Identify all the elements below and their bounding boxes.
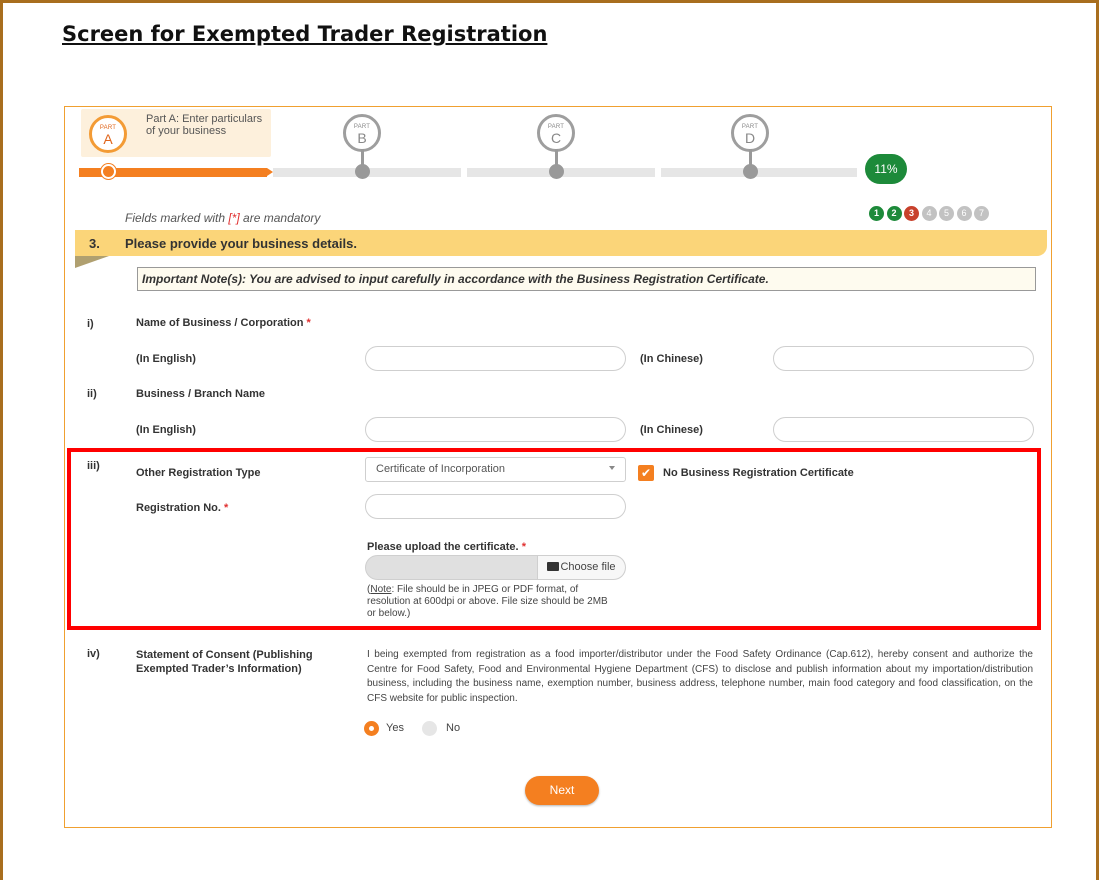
part-a-letter: A — [103, 131, 113, 147]
row-number-ii: ii) — [87, 388, 97, 400]
choose-file-label: Choose file — [560, 561, 616, 573]
business-name-label: Name of Business / Corporation * — [136, 317, 311, 329]
mandatory-note-prefix: Fields marked with — [125, 211, 229, 225]
business-name-label-text: Name of Business / Corporation — [136, 317, 304, 329]
branch-name-label: Business / Branch Name — [136, 388, 265, 400]
step-2[interactable]: 2 — [886, 206, 902, 221]
section-header-tail — [75, 256, 109, 268]
branch-name-en-label: (In English) — [136, 424, 196, 436]
registration-type-selected: Certificate of Incorporation — [376, 463, 506, 475]
business-name-zh-label: (In Chinese) — [640, 353, 703, 365]
file-requirements-note: (Note: File should be in JPEG or PDF for… — [367, 584, 608, 619]
row-number-iv: iv) — [87, 648, 100, 660]
consent-yes-radio[interactable] — [364, 721, 379, 736]
part-b-letter: B — [357, 130, 367, 146]
section-number: 3. — [89, 236, 100, 251]
step-7: 7 — [974, 206, 989, 221]
step-4: 4 — [921, 206, 937, 221]
branch-name-zh-label: (In Chinese) — [640, 424, 703, 436]
file-note-text: : File should be in JPEG or PDF format, … — [367, 584, 608, 619]
part-d-step[interactable]: PART D — [731, 114, 769, 152]
registration-no-label-text: Registration No. — [136, 502, 221, 514]
step-indicator: 1234567 — [869, 206, 992, 222]
mandatory-fields-note: Fields marked with [*] are mandatory — [125, 211, 320, 225]
no-br-certificate-label: No Business Registration Certificate — [663, 467, 854, 479]
progress-bar-segment-d — [661, 168, 857, 177]
consent-no-radio[interactable] — [422, 721, 437, 736]
part-d-letter: D — [744, 130, 756, 146]
row-number-iii: iii) — [87, 460, 100, 472]
branch-name-zh-input[interactable] — [773, 417, 1034, 442]
part-c-step[interactable]: PART C — [537, 114, 575, 152]
mandatory-note-suffix: are mandatory — [239, 211, 321, 225]
certificate-file-input[interactable]: Choose file — [365, 555, 626, 580]
branch-name-en-input[interactable] — [365, 417, 626, 442]
note-link: Note — [370, 584, 392, 595]
upload-certificate-label-text: Please upload the certificate. — [367, 541, 519, 553]
part-b-step[interactable]: PART B — [343, 114, 381, 152]
part-c-letter: C — [550, 130, 562, 146]
consent-yes-label: Yes — [386, 722, 404, 734]
business-name-en-input[interactable] — [365, 346, 626, 371]
progress-marker-d — [743, 164, 758, 179]
part-a-step[interactable]: PART A — [89, 115, 127, 153]
step-6: 6 — [956, 206, 972, 221]
registration-no-input[interactable] — [365, 494, 626, 519]
consent-label-line2: Exempted Trader’s Information) — [136, 663, 302, 675]
required-star: * — [521, 541, 526, 553]
important-note: Important Note(s): You are advised to in… — [137, 267, 1036, 291]
step-5: 5 — [939, 206, 954, 221]
part-a-description: Part A: Enter particulars of your busine… — [146, 113, 263, 137]
no-br-certificate-checkbox[interactable]: ✔ — [638, 465, 654, 481]
progress-marker-c — [549, 164, 564, 179]
registration-type-select[interactable]: Certificate of Incorporation — [365, 457, 626, 482]
section-header: 3. Please provide your business details. — [75, 230, 1047, 256]
row-number-i: i) — [87, 318, 94, 330]
other-registration-type-label: Other Registration Type — [136, 467, 261, 479]
upload-certificate-label: Please upload the certificate. * — [367, 541, 526, 553]
mandatory-note-star: [*] — [228, 211, 240, 225]
consent-statement: I being exempted from registration as a … — [367, 649, 1033, 704]
progress-percent-badge: 11% — [865, 154, 907, 184]
progress-marker-a — [101, 164, 116, 179]
consent-label: Statement of Consent (Publishing Exempte… — [136, 648, 313, 676]
progress-marker-b — [355, 164, 370, 179]
registration-no-label: Registration No. * — [136, 502, 228, 514]
document-title: Screen for Exempted Trader Registration — [62, 22, 548, 46]
section-title: Please provide your business details. — [125, 236, 357, 251]
step-1[interactable]: 1 — [869, 206, 884, 221]
step-3[interactable]: 3 — [904, 206, 919, 221]
choose-file-button[interactable]: Choose file — [537, 556, 625, 579]
check-icon: ✔ — [640, 466, 652, 480]
next-button[interactable]: Next — [525, 776, 599, 805]
business-name-zh-input[interactable] — [773, 346, 1034, 371]
required-star: * — [224, 502, 229, 514]
chevron-down-icon — [609, 466, 615, 470]
folder-open-icon — [547, 562, 560, 571]
business-name-en-label: (In English) — [136, 353, 196, 365]
consent-label-line1: Statement of Consent (Publishing — [136, 649, 313, 661]
required-star: * — [306, 317, 311, 329]
consent-no-label: No — [446, 722, 461, 734]
